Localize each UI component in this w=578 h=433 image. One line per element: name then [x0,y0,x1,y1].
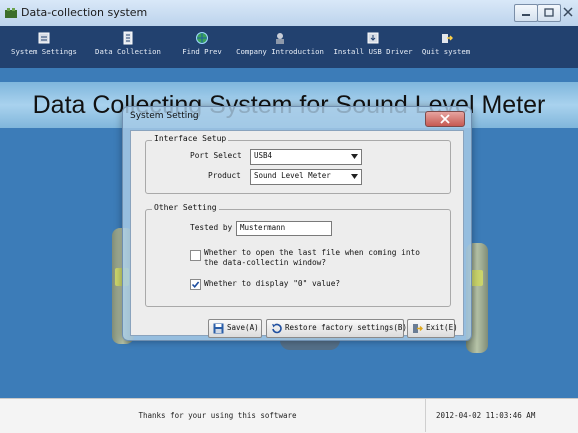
product-value: Sound Level Meter [254,171,331,180]
restore-factory-settings-button[interactable]: Restore factory settings(B) [266,319,407,338]
product-label: Product [208,171,241,180]
exit-icon [442,34,453,43]
chevron-down-icon [351,154,358,159]
minimize-icon [522,14,530,16]
toolbar-label: Quit system [421,47,471,56]
close-icon [440,114,450,124]
tested-by-value: Mustermann [240,223,286,232]
window-title-bar[interactable]: Data-collection system [0,0,578,27]
port-select-value: USB4 [254,151,273,160]
display-zero-label: Whether to display "0" value? [204,279,341,288]
dialog-title: System Setting [130,111,199,121]
toolbar-label: Data Collection [95,47,161,56]
dialog-body: Interface Setup Port Select USB4 Product… [130,130,464,338]
other-setting-legend: Other Setting [152,203,219,212]
main-toolbar: System Settings Data Collection Find Pre… [0,26,578,68]
restore-button-label: Restore factory settings(B) [285,323,407,332]
display-zero-checkbox[interactable] [190,279,201,290]
restore-icon [272,323,282,334]
exit-button[interactable]: Exit(E) [407,319,458,338]
product-dropdown[interactable]: Sound Level Meter [250,169,362,185]
company-icon [276,33,284,44]
interface-setup-legend: Interface Setup [152,134,229,143]
maximize-icon [544,8,554,17]
status-bar: Thanks for your using this software 2012… [0,398,578,433]
install-icon [367,32,379,44]
toolbar-label: Find Prev [182,47,222,56]
toolbar-find-prev[interactable]: Find Prev [178,26,226,68]
close-window-button[interactable] [560,4,576,20]
toolbar-quit-system[interactable]: Quit system [420,26,472,68]
settings-icon [38,32,50,44]
toolbar-label: Install USB Driver [333,47,413,56]
toolbar-system-settings[interactable]: System Settings [3,26,85,68]
close-icon [563,7,573,17]
tested-by-input[interactable]: Mustermann [236,221,332,236]
exit-button-label: Exit(E) [426,323,458,332]
globe-search-icon [196,32,208,44]
data-collection-icon [123,31,133,45]
minimize-button[interactable] [514,4,538,22]
system-setting-dialog: System Setting Interface Setup Port Sele… [122,106,472,341]
toolbar-install-usb-driver[interactable]: Install USB Driver [333,26,413,68]
open-last-file-label-line2: the data-collectin window? [204,258,327,267]
checkmark-icon [191,281,200,289]
chevron-down-icon [351,174,358,179]
save-button[interactable]: Save(A) [208,319,262,338]
dialog-close-button[interactable] [425,111,465,127]
toolbar-label: System Settings [11,47,77,56]
tested-by-label: Tested by [190,223,233,232]
status-message: Thanks for your using this software [10,399,426,432]
toolbar-data-collection[interactable]: Data Collection [92,26,164,68]
maximize-button[interactable] [537,4,561,22]
port-select-dropdown[interactable]: USB4 [250,149,362,165]
status-datetime: 2012-04-02 11:03:46 AM [436,411,536,420]
toolbar-company-introduction[interactable]: Company Introduction [236,26,324,68]
other-setting-group: Other Setting Tested by Mustermann Wheth… [145,203,451,307]
exit-icon [413,324,423,333]
interface-setup-group: Interface Setup Port Select USB4 Product… [145,134,451,194]
app-logo-icon [4,6,18,18]
save-button-label: Save(A) [227,323,259,332]
window-title: Data-collection system [21,6,148,19]
open-last-file-label-line1: Whether to open the last file when comin… [204,248,420,257]
save-icon [213,323,224,334]
toolbar-label: Company Introduction [236,47,324,56]
open-last-file-checkbox[interactable] [190,250,201,261]
port-select-label: Port Select [190,151,242,160]
